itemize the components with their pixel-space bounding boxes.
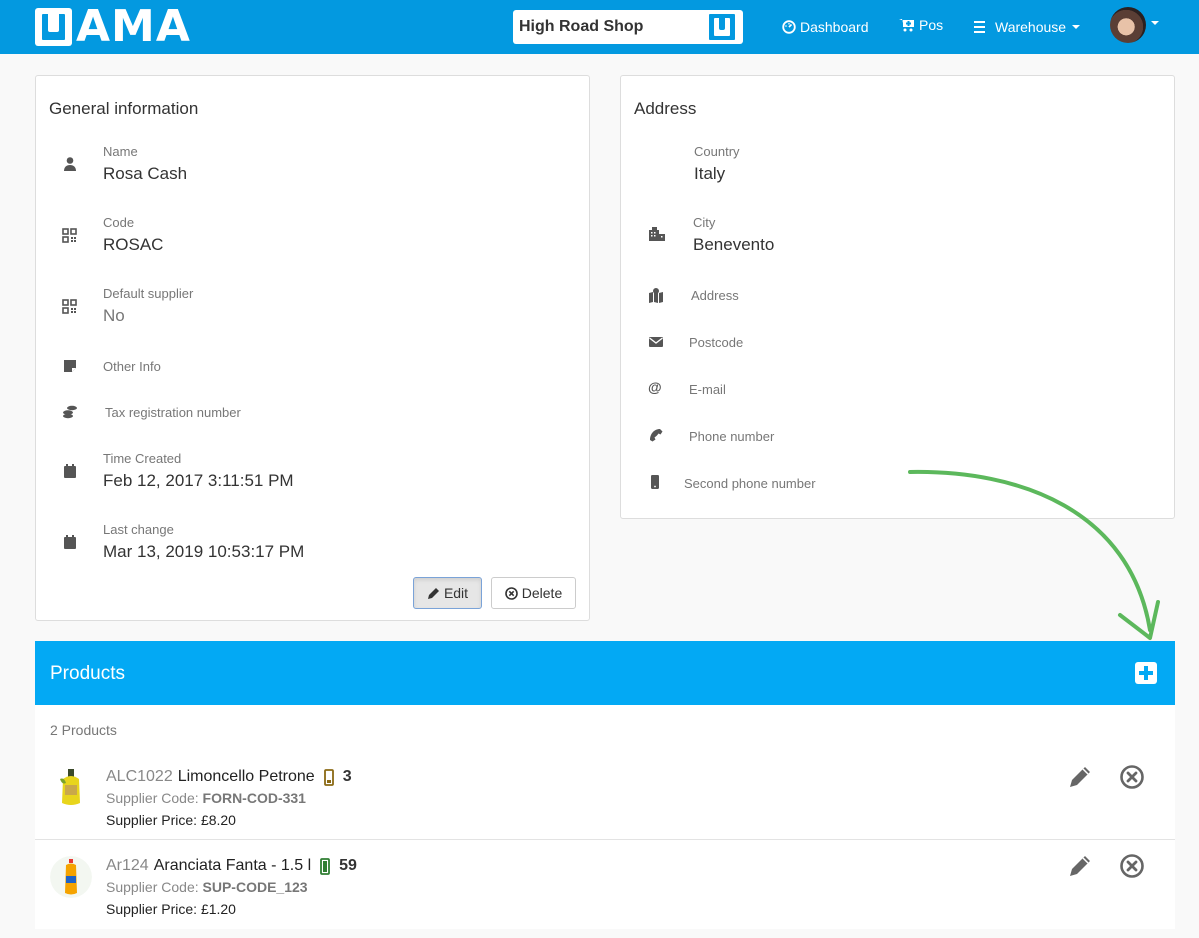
panel-title: General information: [49, 99, 199, 118]
at-icon: @: [648, 379, 662, 395]
calendar-icon: [64, 464, 76, 478]
supplier-code-label: Supplier Code:: [106, 790, 199, 806]
nav-pos-label: Pos: [919, 17, 944, 33]
user-icon: [64, 157, 76, 171]
shop-name: High Road Shop: [519, 18, 644, 35]
field-value: ROSAC: [103, 235, 164, 254]
product-code: ALC1022: [106, 768, 173, 785]
product-image: [50, 856, 92, 898]
supplier-code-value: SUP-CODE_123: [202, 879, 308, 895]
product-quantity: 59: [339, 857, 357, 874]
battery-low-icon: [323, 768, 334, 786]
delete-button[interactable]: Delete: [491, 577, 576, 609]
field-value: Italy: [694, 164, 726, 183]
product-image: [60, 769, 80, 805]
product-name: Limoncello Petrone: [177, 768, 315, 785]
logo-w-icon: [35, 8, 72, 46]
map-marked-icon: [649, 288, 663, 303]
remove-product-icon[interactable]: [1119, 853, 1145, 879]
supplier-price-value: £8.20: [200, 812, 236, 828]
field-value: No: [103, 306, 125, 325]
field-label: Name: [103, 144, 138, 159]
supplier-price-label: Supplier Price:: [106, 901, 198, 917]
cart-plus-icon: [899, 19, 914, 32]
nav-warehouse-label: Warehouse: [995, 19, 1067, 35]
qrcode-icon: [62, 299, 77, 314]
avatar: [1110, 7, 1146, 43]
field-value: Rosa Cash: [103, 164, 188, 183]
field-value: Feb 12, 2017 3:11:51 PM: [103, 471, 294, 490]
product-title: ALC1022 Limoncello Petrone 3: [106, 768, 352, 786]
field-label: E-mail: [689, 382, 726, 397]
products-list: 2 Products ALC1022 Limoncello Petrone 3 …: [35, 705, 1175, 929]
edit-button[interactable]: Edit: [413, 577, 482, 609]
field-label: Second phone number: [684, 476, 816, 491]
product-supplier-price: Supplier Price: £1.20: [106, 901, 236, 917]
supplier-price-label: Supplier Price:: [106, 812, 198, 828]
supplier-code-label: Supplier Code:: [106, 879, 199, 895]
field-label: Country: [694, 144, 740, 159]
remove-product-icon[interactable]: [1119, 764, 1145, 790]
panel-title: Address: [634, 99, 697, 118]
city-icon: [649, 227, 665, 241]
nav-pos[interactable]: Pos: [899, 0, 943, 52]
product-quantity: 3: [342, 768, 352, 785]
field-label: Tax registration number: [105, 405, 241, 420]
logo-text: AMA: [76, 1, 191, 52]
field-label: Last change: [103, 522, 174, 537]
products-count: 2 Products: [50, 722, 117, 738]
field-label: Code: [103, 215, 135, 230]
envelope-icon: [649, 337, 663, 347]
field-label: City: [693, 215, 716, 230]
field-value: Benevento: [693, 235, 775, 254]
shop-logo-icon: [709, 14, 735, 40]
field-label: Time Created: [103, 451, 182, 466]
product-supplier-code: Supplier Code: SUP-CODE_123: [106, 879, 308, 895]
supplier-price-value: £1.20: [200, 901, 236, 917]
delete-button-label: Delete: [521, 585, 563, 601]
coins-icon: [63, 405, 77, 419]
product-row[interactable]: ALC1022 Limoncello Petrone 3 Supplier Co…: [35, 752, 1175, 840]
field-label: Postcode: [689, 335, 744, 350]
field-label: Address: [691, 288, 739, 303]
product-name: Aranciata Fanta - 1.5 l: [153, 857, 312, 874]
field-label: Phone number: [689, 429, 775, 444]
user-menu[interactable]: [1110, 7, 1159, 43]
qrcode-icon: [62, 228, 77, 243]
field-label: Default supplier: [103, 286, 194, 301]
shop-selector[interactable]: High Road Shop: [513, 10, 743, 44]
edit-button-label: Edit: [443, 585, 469, 601]
product-row[interactable]: Ar124 Aranciata Fanta - 1.5 l 59 Supplie…: [35, 841, 1175, 929]
close-circle-icon: [504, 586, 518, 600]
products-header: Products: [35, 641, 1175, 705]
pencil-icon: [427, 587, 439, 599]
chevron-down-icon: [1072, 25, 1081, 29]
products-title: Products: [50, 663, 125, 684]
app-logo[interactable]: AMA: [35, 1, 191, 52]
chevron-down-icon: [1151, 21, 1159, 25]
field-label: Other Info: [103, 359, 161, 374]
add-product-button[interactable]: [1135, 662, 1157, 684]
battery-full-icon: [320, 857, 331, 875]
sticky-note-icon: [64, 360, 76, 372]
mobile-icon: [651, 475, 659, 489]
address-panel: Address Country Italy City Benevento Add…: [620, 75, 1175, 519]
dashboard-icon: [782, 20, 796, 34]
calendar-icon: [64, 535, 76, 549]
edit-product-pencil-icon[interactable]: [1067, 853, 1093, 879]
bars-icon: [974, 21, 985, 33]
nav-dashboard-label: Dashboard: [800, 19, 869, 35]
product-code: Ar124: [106, 857, 149, 874]
product-supplier-price: Supplier Price: £8.20: [106, 812, 236, 828]
nav-dashboard[interactable]: Dashboard: [782, 0, 869, 54]
field-value: Mar 13, 2019 10:53:17 PM: [103, 542, 305, 561]
edit-product-pencil-icon[interactable]: [1067, 764, 1093, 790]
product-supplier-code: Supplier Code: FORN-COD-331: [106, 790, 306, 806]
nav-warehouse[interactable]: Warehouse: [973, 0, 1081, 54]
navbar: AMA High Road Shop Dashboard Pos Warehou…: [0, 0, 1199, 54]
phone-icon: [650, 429, 663, 442]
product-title: Ar124 Aranciata Fanta - 1.5 l 59: [106, 857, 357, 875]
supplier-code-value: FORN-COD-331: [202, 790, 306, 806]
general-information-panel: General information Name Rosa Cash Code …: [35, 75, 590, 621]
